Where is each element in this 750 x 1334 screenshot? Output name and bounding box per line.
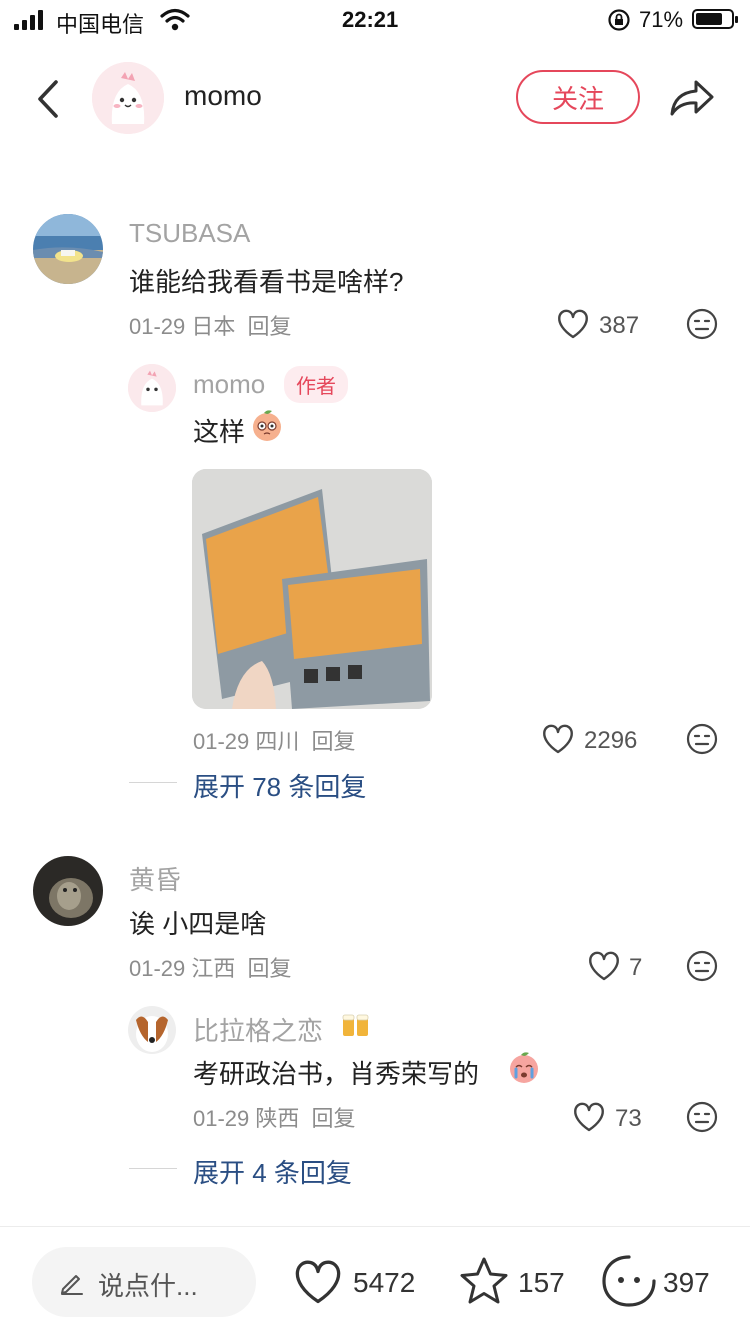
commenter-avatar[interactable] <box>33 214 103 284</box>
reply-button[interactable]: 回复 <box>248 314 292 339</box>
like-count: 2296 <box>584 727 638 754</box>
comment-text: 诶 小四是啥 <box>129 909 267 939</box>
crying-peach-emoji-icon <box>510 1052 538 1083</box>
dislike-face-icon[interactable] <box>686 723 718 755</box>
bottom-divider <box>0 1226 750 1227</box>
comment-bubble-icon[interactable] <box>601 1253 657 1311</box>
beer-emoji-icon <box>342 1014 369 1036</box>
expand-replies-link[interactable]: 展开 4 条回复 <box>193 1153 352 1190</box>
reply-username[interactable]: 比拉格之恋 <box>193 1011 323 1048</box>
carrier-label: 中国电信 <box>56 12 145 37</box>
reply-text: 这样 <box>193 417 246 447</box>
reply-image[interactable] <box>192 469 432 709</box>
comment-total: 397 <box>663 1267 710 1298</box>
like-icon[interactable] <box>292 1258 344 1306</box>
dislike-face-icon[interactable] <box>686 950 718 982</box>
like-count: 387 <box>599 312 640 339</box>
clock: 22:21 <box>342 7 399 32</box>
reply-avatar[interactable] <box>128 1006 176 1054</box>
commenter-username[interactable]: 黄昏 <box>129 860 181 897</box>
back-arrow-icon[interactable] <box>30 78 66 120</box>
reply-username[interactable]: momo <box>193 369 265 400</box>
heart-icon[interactable] <box>572 1101 606 1133</box>
reply-location: 陕西 <box>255 1106 300 1131</box>
heart-icon[interactable] <box>587 950 621 982</box>
follow-button[interactable]: 关注 <box>516 70 640 124</box>
like-count: 73 <box>615 1105 642 1132</box>
reply-date: 01-29 <box>193 1106 250 1131</box>
battery-percent: 71% <box>639 7 684 32</box>
favorite-total: 157 <box>518 1267 565 1298</box>
comment-input-placeholder[interactable]: 说点什... <box>98 1266 198 1303</box>
profile-username[interactable]: momo <box>184 80 262 112</box>
dislike-face-icon[interactable] <box>686 1101 718 1133</box>
battery-icon <box>692 9 738 29</box>
profile-avatar[interactable] <box>92 62 164 134</box>
comment-date: 01-29 <box>129 956 186 981</box>
pencil-icon <box>61 1275 83 1295</box>
comment-location: 日本 <box>191 314 236 339</box>
reply-button[interactable]: 回复 <box>248 956 292 981</box>
like-total: 5472 <box>353 1267 416 1298</box>
commenter-username[interactable]: TSUBASA <box>129 218 250 249</box>
star-icon[interactable] <box>458 1256 510 1306</box>
author-badge: 作者 <box>284 366 348 403</box>
reply-meta: 01-29 陕西 回复 <box>193 1101 356 1133</box>
heart-icon[interactable] <box>556 308 590 340</box>
comment-date: 01-29 <box>129 314 186 339</box>
reply-location: 四川 <box>255 729 300 754</box>
expand-divider <box>129 782 177 783</box>
status-bar: 中国电信 22:21 71% <box>0 0 750 40</box>
peach-emoji-icon <box>253 410 281 441</box>
reply-avatar[interactable] <box>128 364 176 412</box>
comment-location: 江西 <box>191 956 236 981</box>
wifi-icon <box>160 8 190 31</box>
expand-replies-link[interactable]: 展开 78 条回复 <box>193 767 366 804</box>
share-icon[interactable] <box>668 76 716 120</box>
reply-button[interactable]: 回复 <box>312 1106 356 1131</box>
reply-text: 考研政治书，肖秀荣写的 <box>193 1059 480 1089</box>
like-count: 7 <box>629 954 643 981</box>
comment-meta: 01-29 江西 回复 <box>129 951 292 983</box>
comment-meta: 01-29 日本 回复 <box>129 309 292 341</box>
expand-divider <box>129 1168 177 1169</box>
reply-meta: 01-29 四川 回复 <box>193 724 356 756</box>
dislike-face-icon[interactable] <box>686 308 718 340</box>
reply-button[interactable]: 回复 <box>312 729 356 754</box>
commenter-avatar[interactable] <box>33 856 103 926</box>
signal-icon <box>14 10 46 30</box>
comment-text: 谁能给我看看书是啥样? <box>129 267 404 297</box>
reply-date: 01-29 <box>193 729 250 754</box>
heart-icon[interactable] <box>541 723 575 755</box>
orientation-lock-icon <box>608 9 630 31</box>
